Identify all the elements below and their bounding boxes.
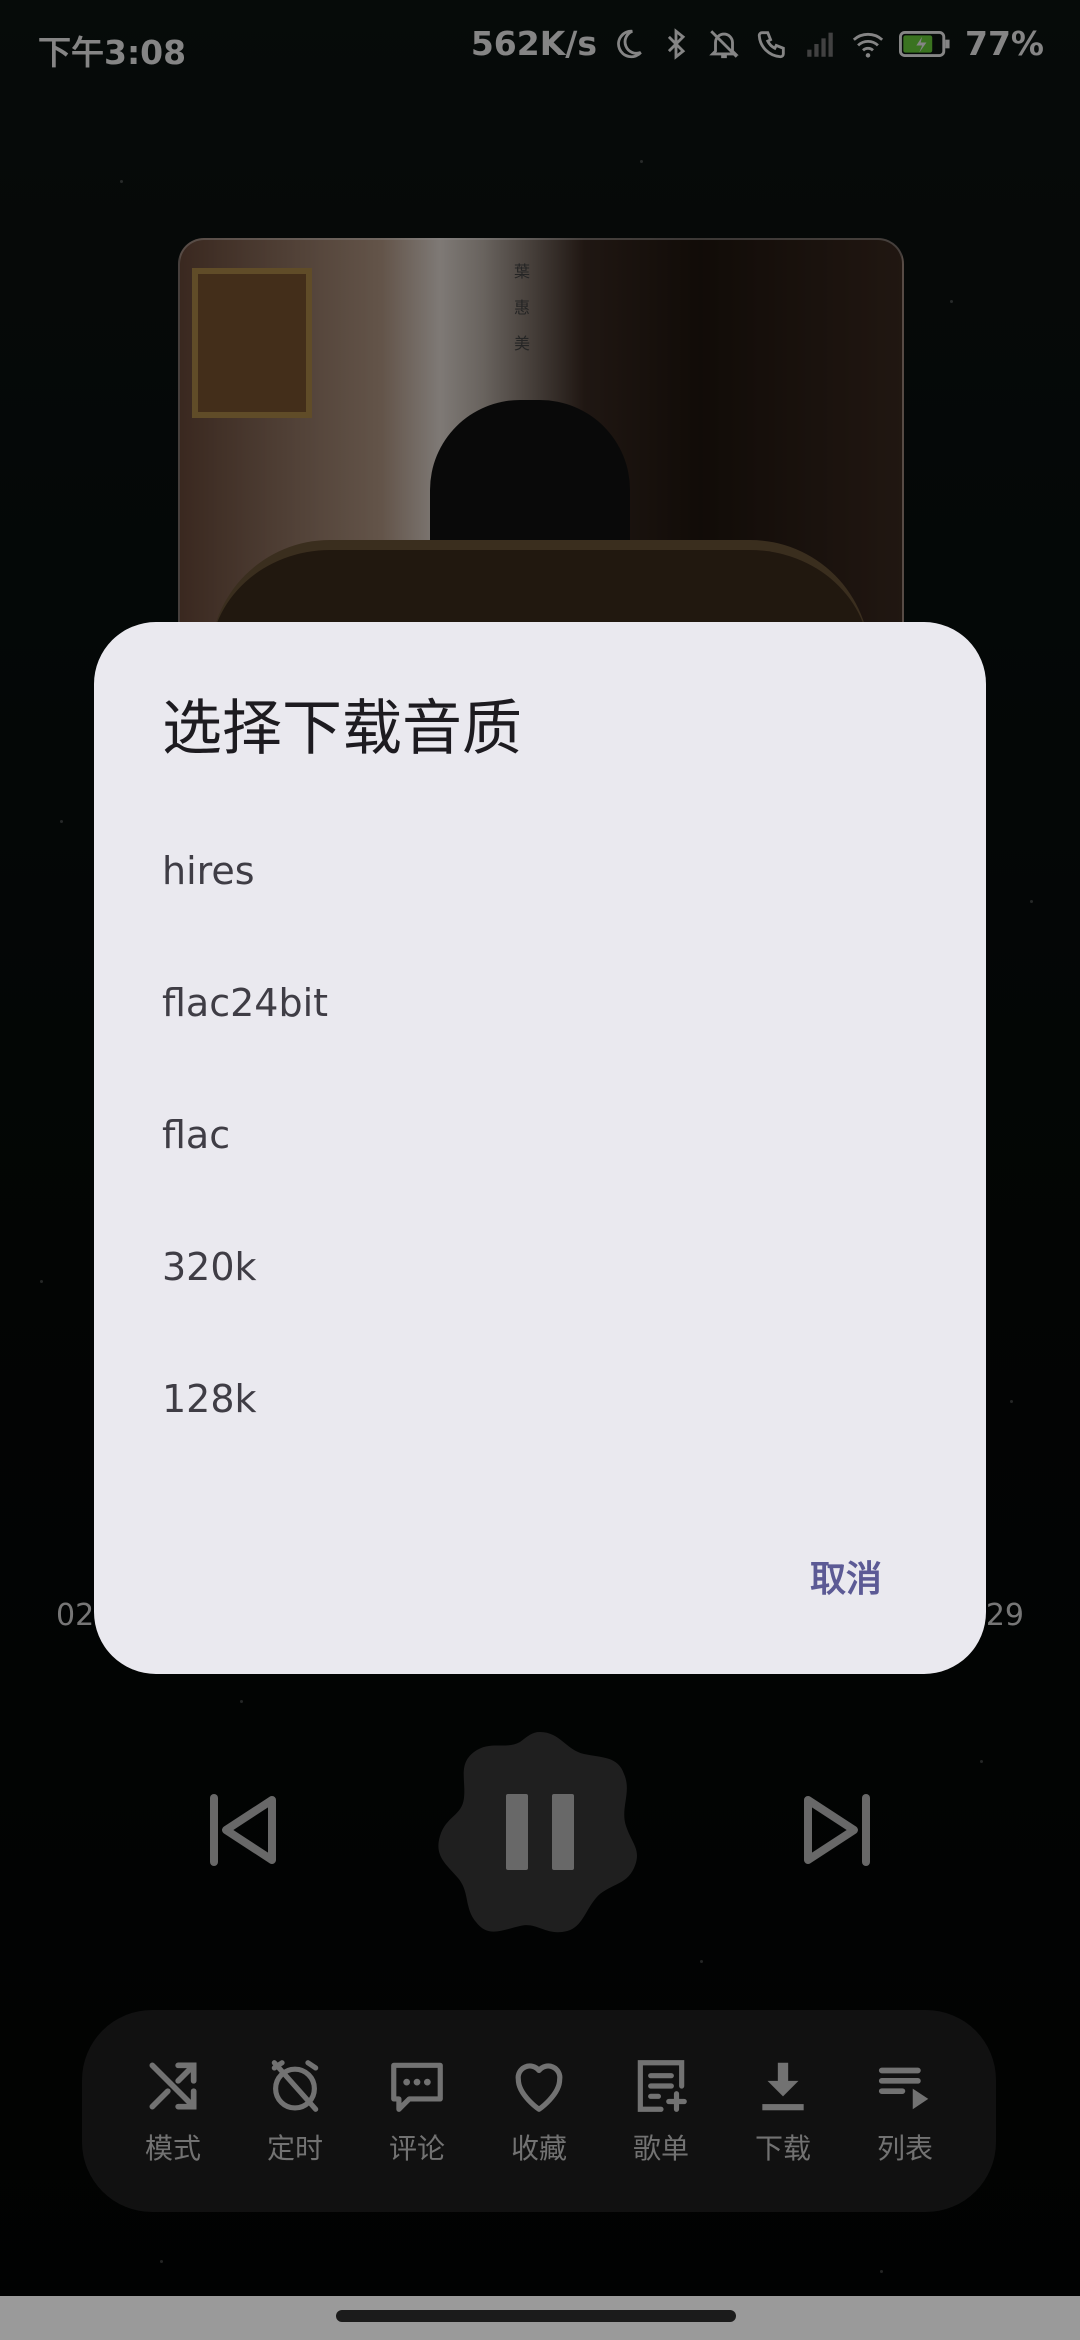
dialog-title: 选择下载音质	[162, 694, 522, 764]
quality-option-flac[interactable]: flac	[94, 1080, 986, 1190]
quality-option-128k[interactable]: 128k	[94, 1344, 986, 1454]
quality-option-hires[interactable]: hires	[94, 816, 986, 926]
gesture-handle[interactable]	[336, 2310, 736, 2322]
quality-option-320k[interactable]: 320k	[94, 1212, 986, 1322]
player-screen: 下午3:08 562K/s 77% 葉惠美 02 29 模式 定时 评论 收藏 …	[0, 0, 1080, 2340]
download-quality-dialog: 选择下载音质 hires flac24bit flac 320k 128k 取消	[94, 622, 986, 1674]
cancel-button[interactable]: 取消	[806, 1540, 886, 1612]
quality-option-flac24bit[interactable]: flac24bit	[94, 948, 986, 1058]
navigation-bar	[0, 2296, 1080, 2340]
